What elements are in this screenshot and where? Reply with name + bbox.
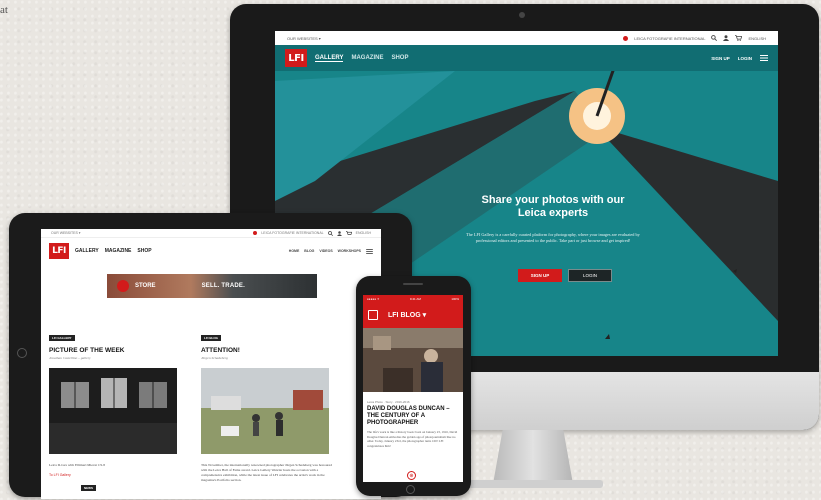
tablet-home-button	[17, 348, 27, 358]
picture-of-week-image[interactable]	[49, 368, 177, 454]
leica-red-dot-icon	[623, 35, 629, 41]
language-selector[interactable]: ENGLISH	[356, 231, 371, 235]
nav-shop[interactable]: SHOP	[137, 248, 151, 254]
hero-description: The LFI Gallery is a carefully curated p…	[466, 232, 640, 243]
tablet-screen: OUR WEBSITES ▾ LEICA FOTOGRAFIE INTERNAT…	[41, 229, 381, 499]
banner-store-label: STORE	[135, 283, 156, 289]
card-title[interactable]: ATTENTION!	[201, 347, 335, 354]
nav-magazine[interactable]: MAGAZINE	[105, 248, 132, 254]
search-icon[interactable]	[327, 230, 333, 236]
leica-red-dot-icon	[253, 231, 258, 235]
search-icon[interactable]	[711, 35, 718, 41]
lfi-gallery-link[interactable]: To LFI Gallery	[49, 473, 183, 477]
nav-shop[interactable]: SHOP	[391, 55, 408, 61]
camera-dot	[519, 12, 525, 18]
site-name-link[interactable]: LEICA FOTOGRAFIE INTERNATIONAL	[261, 231, 323, 235]
user-icon[interactable]	[336, 230, 342, 236]
picture-of-week-card: LFI GALLERY PICTURE OF THE WEEK Jonathan…	[49, 326, 183, 483]
cart-icon[interactable]	[735, 35, 743, 41]
article-body: The life's work is like a history book: …	[367, 430, 458, 448]
tablet-topbar: OUR WEBSITES ▾ LEICA FOTOGRAFIE INTERNAT…	[41, 229, 381, 238]
language-selector[interactable]: ENGLISH	[748, 36, 766, 41]
category-tag: LFI GALLERY	[49, 335, 75, 341]
menu-icon[interactable]	[366, 248, 373, 254]
attention-image[interactable]	[201, 368, 329, 454]
article-image[interactable]	[363, 328, 463, 392]
banner-tagline: SELL. TRADE.	[201, 283, 245, 289]
monitor-stand	[493, 430, 573, 484]
hero-signup-button[interactable]: SIGN UP	[518, 269, 562, 282]
subnav-videos[interactable]: VIDEOS	[319, 249, 332, 253]
nav-gallery[interactable]: GALLERY	[315, 55, 344, 62]
cart-icon[interactable]	[345, 230, 352, 236]
corner-text: at	[0, 4, 8, 16]
hamburger-menu-icon[interactable]	[368, 310, 378, 320]
leica-logo-icon	[117, 280, 129, 292]
card-title[interactable]: PICTURE OF THE WEEK	[49, 347, 183, 354]
article-meta: Leica Photo · Story · 2016-2016	[367, 400, 410, 404]
subnav-workshops[interactable]: WORKSHOPS	[338, 249, 361, 253]
store-banner[interactable]: STORE SELL. TRADE.	[107, 274, 317, 298]
site-name-link[interactable]: LEICA FOTOGRAFIE INTERNATIONAL	[634, 36, 705, 41]
phone-device: ●●●●● ✦ 9:41 AM 100% LFI BLOG ▾ Leica Ph…	[356, 276, 471, 496]
lfi-logo[interactable]: LFI	[49, 243, 69, 259]
news-tag: NEWS	[81, 485, 96, 491]
lfi-logo[interactable]: LFI	[285, 49, 307, 67]
battery-indicator: 100%	[451, 296, 459, 301]
subnav-home[interactable]: HOME	[289, 249, 300, 253]
login-link[interactable]: LOGIN	[738, 56, 752, 61]
monitor-stand-base	[463, 480, 603, 488]
card-caption: Leica D-Lux with Ellimeri Mievet CS.8	[49, 463, 105, 467]
signup-link[interactable]: SIGN UP	[711, 56, 730, 61]
subnav-blog[interactable]: BLOG	[304, 249, 314, 253]
category-tag: LFI BLOG	[201, 335, 221, 341]
nav-gallery[interactable]: GALLERY	[75, 248, 99, 254]
status-time: 9:41 AM	[409, 296, 421, 301]
tablet-device: OUR WEBSITES ▾ LEICA FOTOGRAFIE INTERNAT…	[9, 213, 412, 499]
desktop-navbar: LFI GALLERY MAGAZINE SHOP SIGN UP LOGIN	[275, 45, 778, 71]
desktop-topbar: OUR WEBSITES ▾ LEICA FOTOGRAFIE INTERNAT…	[275, 31, 778, 45]
menu-icon[interactable]	[760, 55, 768, 61]
nav-magazine[interactable]: MAGAZINE	[351, 55, 383, 61]
user-icon[interactable]	[723, 35, 730, 41]
attention-card: LFI BLOG ATTENTION! Jürgen Schadeberg Th…	[201, 326, 335, 483]
hero-title: Share your photos with our Leica experts	[481, 194, 625, 219]
tablet-navbar: LFI GALLERY MAGAZINE SHOP HOME BLOG VIDE…	[41, 238, 381, 264]
signal-indicator: ●●●●● ✦	[367, 296, 380, 301]
load-more-icon[interactable]: ⊕	[407, 471, 416, 480]
phone-speaker	[403, 283, 423, 285]
article-headline[interactable]: DAVID DOUGLAS DUNCAN – THE CENTURY OF A …	[363, 404, 463, 429]
blog-title-menu[interactable]: LFI BLOG ▾	[388, 311, 426, 319]
hero-login-button[interactable]: LOGIN	[568, 269, 612, 282]
our-websites-menu[interactable]: OUR WEBSITES ▾	[287, 36, 321, 41]
phone-navbar: LFI BLOG ▾	[363, 302, 463, 328]
our-websites-menu[interactable]: OUR WEBSITES ▾	[51, 231, 81, 235]
card-author: Jürgen Schadeberg	[201, 356, 228, 360]
content-columns: LFI GALLERY PICTURE OF THE WEEK Jonathan…	[49, 326, 371, 483]
phone-screen: ●●●●● ✦ 9:41 AM 100% LFI BLOG ▾ Leica Ph…	[363, 295, 463, 482]
card-caption: This November, the internationally renow…	[201, 463, 332, 482]
phone-home-button	[406, 485, 415, 494]
phone-status-bar: ●●●●● ✦ 9:41 AM 100%	[363, 295, 463, 302]
card-author: Jonathan Castellino – gallery	[49, 356, 91, 360]
